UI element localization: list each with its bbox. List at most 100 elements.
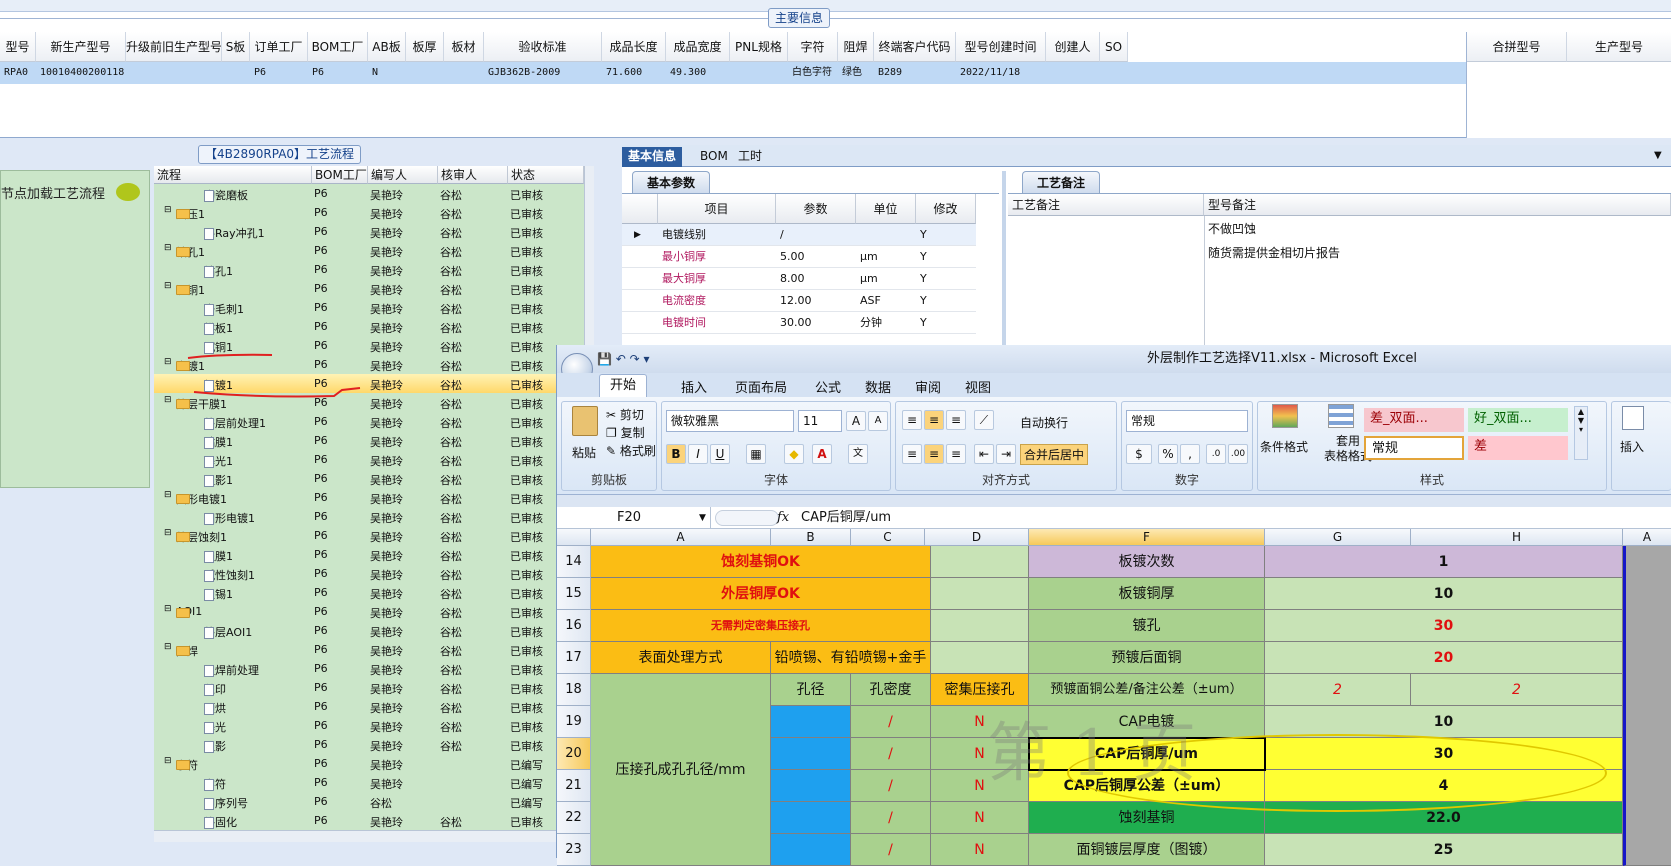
cut-button[interactable]: ✂ 剪切 — [606, 406, 644, 423]
format-painter-button[interactable]: ✎ 格式刷 — [606, 442, 656, 459]
col-6[interactable]: AB板 — [368, 32, 406, 62]
cell-c-slash[interactable]: / — [851, 834, 931, 866]
collapse-icon[interactable]: ⊟ — [164, 604, 172, 614]
formula-controls[interactable] — [715, 510, 779, 526]
row-header[interactable]: 21 — [557, 770, 591, 802]
wrap-text-button[interactable]: 自动换行 — [1020, 414, 1068, 431]
row-header[interactable]: 14 — [557, 546, 591, 578]
col-1[interactable]: 新生产型号 — [36, 32, 126, 62]
main-cell-6[interactable]: N — [368, 62, 406, 84]
col-10[interactable]: 成品长度 — [602, 32, 666, 62]
font-color-icon[interactable]: A — [812, 444, 832, 464]
flow-row[interactable]: ⊟ 钻孔1 P6 吴艳玲 谷松 已审核 — [154, 241, 584, 260]
row-header[interactable]: 19 — [557, 706, 591, 738]
number-format-select[interactable]: 常规 — [1126, 410, 1248, 432]
insert-cells-icon[interactable] — [1622, 406, 1644, 430]
panel-dropdown-icon[interactable]: ▼ — [1654, 150, 1662, 161]
ribbon-tab-3[interactable]: 公式 — [815, 377, 841, 396]
cell-f23[interactable]: 面铜镀层厚度（图镀） — [1029, 834, 1265, 866]
col-0[interactable]: 型号 — [0, 32, 36, 62]
style-good-double[interactable]: 好_双面... — [1468, 408, 1568, 432]
underline-icon[interactable]: U — [710, 444, 730, 464]
align-left-icon[interactable]: ≡ — [902, 444, 922, 464]
main-cell-15[interactable]: B289 — [874, 62, 956, 84]
main-cell-2[interactable] — [126, 62, 222, 84]
flow-horizontal-scrollbar[interactable] — [154, 830, 584, 842]
collapse-icon[interactable]: ⊟ — [164, 357, 172, 367]
flow-row[interactable]: 外层AOI1 P6 吴艳玲 谷松 已审核 — [154, 621, 584, 640]
cell-g16[interactable]: 30 — [1265, 610, 1623, 642]
decrease-decimal-icon[interactable]: .00 — [1228, 444, 1248, 464]
flow-row[interactable]: 陶瓷磨板 P6 吴艳玲 谷松 已审核 — [154, 184, 584, 203]
param-row[interactable]: 电流密度 12.00 ASF Y — [622, 290, 976, 312]
cell-g15[interactable]: 10 — [1265, 578, 1623, 610]
fill-color-icon[interactable]: ◆ — [784, 444, 804, 464]
cell-a17[interactable]: 表面处理方式 — [591, 642, 771, 674]
col-8[interactable]: 板材 — [444, 32, 484, 62]
align-bottom-icon[interactable]: ≡ — [946, 410, 966, 430]
cell-a14[interactable]: 蚀刻基铜OK — [591, 546, 931, 578]
worksheet[interactable]: A B C D F G H A 14 15 16 17 18 19 20 21 22 23 蚀刻基铜OK 外层铜厚OK… — [557, 529, 1671, 866]
main-cell-10[interactable]: 71.600 — [602, 62, 666, 84]
formula-input[interactable]: CAP后铜厚/um — [801, 507, 891, 529]
flow-row[interactable]: 曝光 P6 吴艳玲 谷松 已审核 — [154, 716, 584, 735]
flow-row[interactable]: 阻焊前处理 P6 吴艳玲 谷松 已审核 — [154, 659, 584, 678]
main-cell-13[interactable]: 白色字符 — [788, 62, 838, 84]
ribbon-tab-4[interactable]: 数据 — [865, 377, 891, 396]
font-name-select[interactable]: 微软雅黑 — [666, 410, 794, 432]
ribbon-tab-6[interactable]: 视图 — [965, 377, 991, 396]
tab-basic-params[interactable]: 基本参数 — [632, 171, 711, 193]
collapse-icon[interactable]: ⊟ — [164, 756, 172, 766]
style-bad-double[interactable]: 差_双面... — [1364, 408, 1464, 432]
cell-d[interactable] — [931, 546, 1029, 578]
align-top-icon[interactable]: ≡ — [902, 410, 922, 430]
merge-center-button[interactable]: 合并后居中 — [1020, 444, 1089, 465]
cell-a-merged[interactable]: 压接孔成孔孔径/mm — [591, 674, 771, 866]
param-row[interactable]: ▶ 电镀线别 / Y — [622, 224, 976, 246]
flow-tree-grid[interactable]: 流程 BOM工厂 编写人 核审人 状态 陶瓷磨板 P6 吴艳玲 谷松 已审核 ⊟ 层压1 P6 吴艳玲 谷松… — [154, 166, 584, 842]
conditional-format-icon[interactable] — [1272, 404, 1298, 428]
flow-row[interactable]: 去毛刺1 P6 吴艳玲 谷松 已审核 — [154, 298, 584, 317]
phonetic-icon[interactable]: 文 — [848, 444, 868, 464]
flow-row[interactable]: ⊟AOI1P6吴艳玲谷松已审核 — [154, 602, 584, 621]
style-normal[interactable]: 常规 — [1364, 436, 1464, 460]
col-header-b[interactable]: B — [771, 529, 851, 546]
main-cell-18[interactable] — [1100, 62, 1128, 84]
increase-indent-icon[interactable]: ⇥ — [996, 444, 1016, 464]
cell-d-n[interactable]: N — [931, 834, 1029, 866]
main-cell-17[interactable] — [1046, 62, 1100, 84]
flow-row[interactable]: X-Ray冲孔1 P6 吴艳玲 谷松 已审核 — [154, 222, 584, 241]
bold-icon[interactable]: B — [666, 444, 686, 464]
param-row[interactable]: 最小铜厚 5.00 μm Y — [622, 246, 976, 268]
conditional-format-button[interactable]: 条件格式 — [1260, 438, 1308, 455]
col-item[interactable]: 项目 — [658, 194, 776, 224]
cell-c18[interactable]: 孔密度 — [851, 674, 931, 706]
quick-access-toolbar[interactable]: 💾 ↶ ↷ ▾ — [597, 345, 650, 373]
param-row[interactable]: 电镀时间 30.00 分钟 Y — [622, 312, 976, 334]
cell-f14[interactable]: 板镀次数 — [1029, 546, 1265, 578]
flow-row[interactable]: 丝印 P6 吴艳玲 谷松 已审核 — [154, 678, 584, 697]
flow-row[interactable]: ⊟ 图形电镀1 P6 吴艳玲 谷松 已审核 — [154, 488, 584, 507]
collapse-icon[interactable]: ⊟ — [164, 528, 172, 538]
main-cell-1[interactable]: 10010400200118 — [36, 62, 126, 84]
styles-scroll[interactable]: ▲ ▼ ▾ — [1574, 406, 1588, 460]
col-18[interactable]: SO — [1100, 32, 1128, 62]
row-header[interactable]: 15 — [557, 578, 591, 610]
cell-f17[interactable]: 预镀后面铜 — [1029, 642, 1265, 674]
tab-basic-info[interactable]: 基本信息 — [622, 147, 683, 167]
speech-bubble-icon[interactable] — [116, 183, 140, 201]
cell-c-slash[interactable]: / — [851, 706, 931, 738]
tab-work-hours[interactable]: 工时 — [732, 147, 768, 167]
align-middle-icon[interactable]: ≡ — [924, 410, 944, 430]
cell-d[interactable] — [931, 578, 1029, 610]
col-header-h[interactable]: H — [1411, 529, 1623, 546]
flow-row[interactable]: 显影 P6 吴艳玲 谷松 已审核 — [154, 735, 584, 754]
col-header-c[interactable]: C — [851, 529, 925, 546]
align-center-icon[interactable]: ≡ — [924, 444, 944, 464]
collapse-icon[interactable]: ⊟ — [164, 205, 172, 215]
col-param[interactable]: 参数 — [776, 194, 856, 224]
row-header[interactable]: 17 — [557, 642, 591, 674]
tab-bom[interactable]: BOM — [694, 147, 734, 167]
flow-col-0[interactable]: 流程 — [154, 166, 312, 184]
main-cell-14[interactable]: 绿色 — [838, 62, 874, 84]
